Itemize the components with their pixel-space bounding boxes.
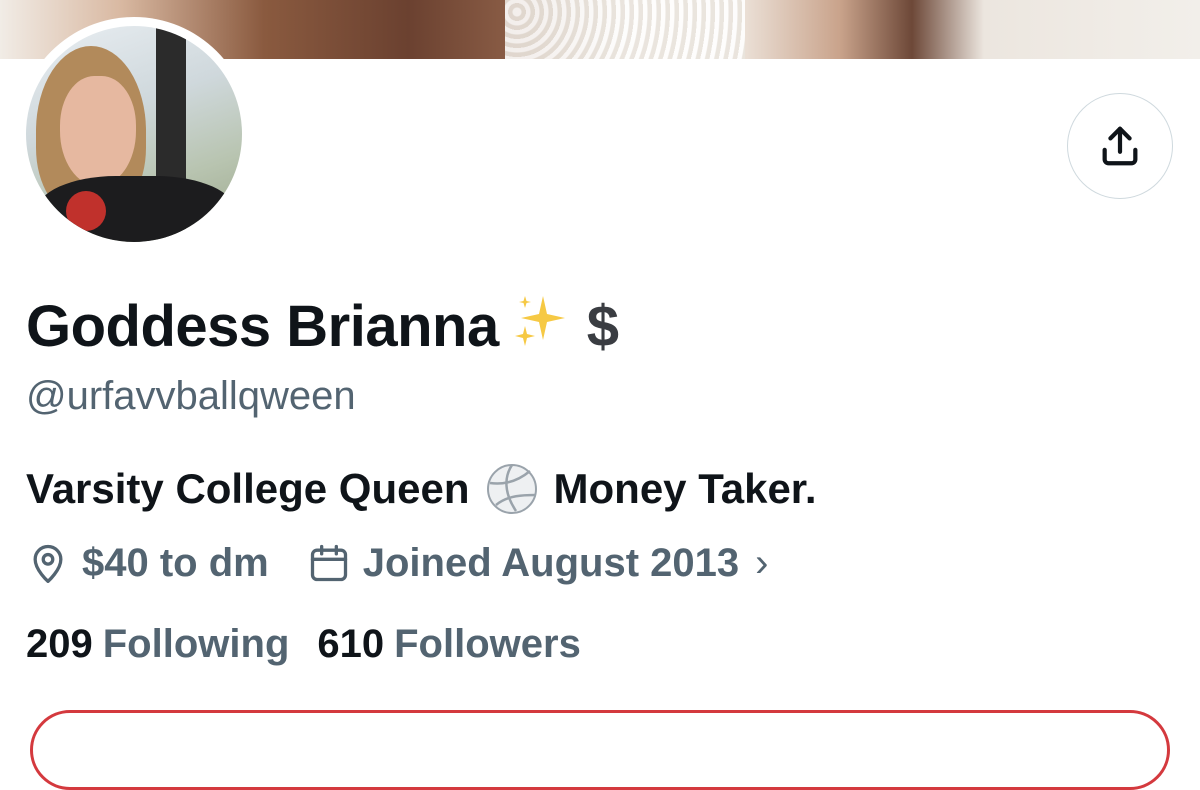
avatar[interactable] <box>26 26 242 242</box>
bio: Varsity College Queen Money Taker. <box>26 462 817 516</box>
avatar-shirt <box>66 191 106 231</box>
avatar-face <box>60 76 136 186</box>
followers-count[interactable]: 610 <box>317 622 384 667</box>
following-count[interactable]: 209 <box>26 622 93 667</box>
dollar-symbol: $ <box>586 294 619 359</box>
chevron-right-icon[interactable]: › <box>755 541 768 586</box>
action-button[interactable] <box>30 710 1170 790</box>
sparkles-icon <box>513 292 571 364</box>
following-link[interactable]: Following <box>103 622 290 667</box>
user-handle: @urfavvballqween <box>26 374 356 418</box>
display-name: Goddess Brianna $ <box>26 292 619 364</box>
display-name-text: Goddess Brianna <box>26 294 499 359</box>
share-icon <box>1102 126 1138 166</box>
follow-stats: 209 Following 610 Followers <box>26 617 581 671</box>
bio-text-2: Money Taker. <box>553 465 817 512</box>
followers-link[interactable]: Followers <box>394 622 581 667</box>
calendar-icon <box>310 544 347 582</box>
joined-date-link[interactable]: Joined August 2013 <box>363 541 739 586</box>
share-button[interactable] <box>1067 93 1173 199</box>
banner-lace-detail <box>505 0 745 59</box>
location-pin-icon <box>33 544 63 583</box>
volleyball-icon <box>486 464 537 514</box>
bio-text-1: Varsity College Queen <box>26 465 470 512</box>
profile-meta: $40 to dm Joined August 2013 › <box>26 536 768 590</box>
location-text: $40 to dm <box>82 540 269 585</box>
